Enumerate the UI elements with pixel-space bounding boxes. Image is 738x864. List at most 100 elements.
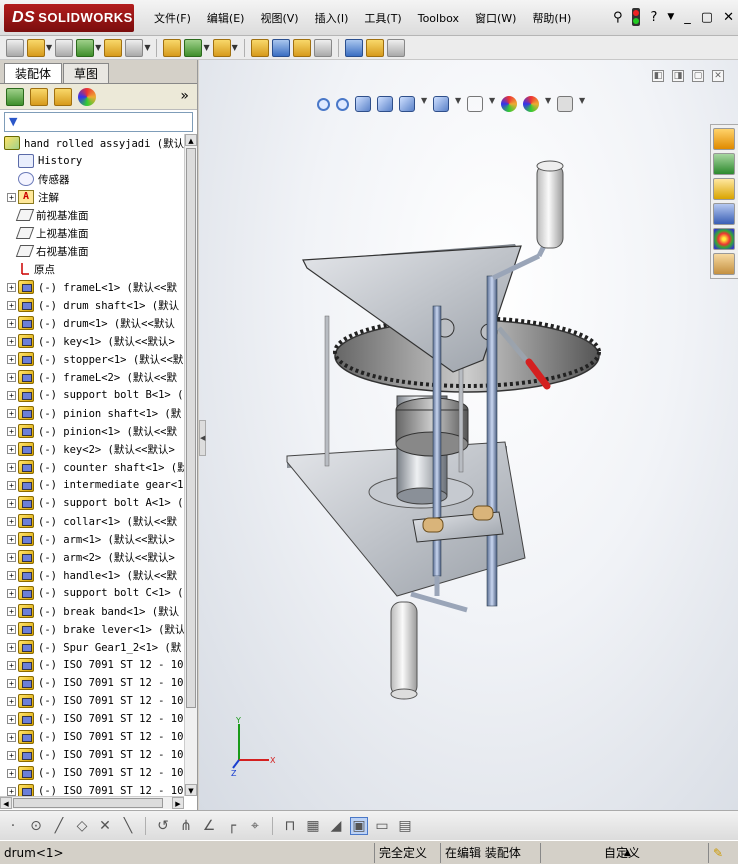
menu-tools[interactable]: 工具(T) <box>356 10 409 26</box>
close-viewport-icon[interactable]: ✕ <box>712 70 724 82</box>
tree-component-item[interactable]: + (-) ISO 7091 ST 12 - 10 <box>0 656 184 674</box>
tree-component-item[interactable]: + (-) ISO 7091 ST 12 - 10 <box>0 764 184 782</box>
expand-icon[interactable]: + <box>7 462 16 472</box>
scroll-thumb[interactable] <box>186 148 196 708</box>
display-manager-icon[interactable] <box>78 87 96 106</box>
tree-component-item[interactable]: + (-) support bolt A<1> ( <box>0 494 184 512</box>
configurationmanager-icon[interactable] <box>54 87 72 106</box>
menu-insert[interactable]: 插入(I) <box>307 10 357 26</box>
smart-fasteners-icon[interactable] <box>104 38 123 57</box>
expand-icon[interactable]: + <box>7 732 16 742</box>
expand-icon[interactable]: + <box>7 444 16 454</box>
chevron-down-icon[interactable]: ▼ <box>144 43 150 52</box>
pushpin-icon[interactable]: ⚲ <box>613 10 623 25</box>
scroll-right-icon[interactable]: ▶ <box>172 797 184 809</box>
section-view-icon[interactable] <box>377 96 393 112</box>
view-settings-icon[interactable] <box>557 96 573 112</box>
tree-component-item[interactable]: + (-) arm<1> (默认<<默认> <box>0 530 184 548</box>
more-tabs-icon[interactable]: » <box>180 88 189 104</box>
tree-component-item[interactable]: + (-) ISO 7091 ST 12 - 10 <box>0 674 184 692</box>
status-units-arrow[interactable]: ▲ <box>620 843 635 863</box>
view-palette-icon[interactable] <box>713 203 735 225</box>
move-component-icon[interactable] <box>125 38 144 57</box>
tree-component-item[interactable]: + (-) break band<1> (默认 <box>0 602 184 620</box>
rebuild-tool-icon[interactable]: ✎ <box>708 843 734 863</box>
expand-icon[interactable]: + <box>7 552 16 562</box>
point-icon[interactable]: · <box>4 818 22 834</box>
tree-component-item[interactable]: + (-) drum shaft<1> (默认 <box>0 296 184 314</box>
tree-component-item[interactable]: + (-) stopper<1> (默认<<默 <box>0 350 184 368</box>
tree-component-item[interactable]: + (-) pinion<1> (默认<<默 <box>0 422 184 440</box>
tree-horizontal-scrollbar[interactable]: ◀ ▶ <box>0 796 184 809</box>
insert-component-icon[interactable] <box>27 38 45 57</box>
chevron-down-icon[interactable]: ▼ <box>95 43 101 52</box>
menu-window[interactable]: 窗口(W) <box>467 10 524 26</box>
reference-geometry-icon[interactable] <box>212 38 231 57</box>
bill-of-materials-icon[interactable] <box>271 38 290 57</box>
tree-item[interactable]: History <box>0 152 184 170</box>
help-icon[interactable]: ? <box>650 10 657 25</box>
split-horizontal-icon[interactable]: ◧ <box>652 70 664 82</box>
show-hidden-components-icon[interactable] <box>163 38 182 57</box>
menu-edit[interactable]: 编辑(E) <box>199 10 253 26</box>
tree-component-item[interactable]: + (-) frameL<1> (默认<<默 <box>0 278 184 296</box>
grid-icon[interactable]: ▦ <box>304 818 322 834</box>
tree-item[interactable]: 前视基准面 <box>0 206 184 224</box>
interference-detection-icon[interactable] <box>344 38 363 57</box>
solidworks-logo[interactable]: DS SOLIDWORKS <box>4 4 134 32</box>
close-icon[interactable]: ✕ <box>723 10 734 25</box>
scroll-thumb[interactable] <box>13 798 163 808</box>
tree-component-item[interactable]: + (-) pinion shaft<1> (默 <box>0 404 184 422</box>
tree-component-item[interactable]: + (-) ISO 7091 ST 12 - 10 <box>0 710 184 728</box>
chevron-down-icon[interactable]: ▼ <box>579 96 585 112</box>
tree-component-item[interactable]: + (-) key<2> (默认<<默认> <box>0 440 184 458</box>
expand-icon[interactable]: + <box>7 768 16 778</box>
menu-file[interactable]: 文件(F) <box>146 10 199 26</box>
menu-toolbox[interactable]: Toolbox <box>410 12 467 25</box>
panel-collapse-handle[interactable]: ◀ <box>199 420 206 456</box>
file-explorer-icon[interactable] <box>713 178 735 200</box>
tree-component-item[interactable]: + (-) drum<1> (默认<<默认 <box>0 314 184 332</box>
tree-component-item[interactable]: + (-) counter shaft<1> (默 <box>0 458 184 476</box>
expand-icon[interactable]: + <box>7 750 16 760</box>
smart-dimension-icon[interactable]: ⌖ <box>246 818 264 834</box>
tree-component-item[interactable]: + (-) frameL<2> (默认<<默 <box>0 368 184 386</box>
tab-assembly[interactable]: 装配体 <box>4 63 63 83</box>
clearance-verification-icon[interactable] <box>365 38 384 57</box>
offset-icon[interactable]: ↺ <box>154 818 172 834</box>
tree-vertical-scrollbar[interactable]: ▲ ▼ <box>184 134 197 796</box>
tree-component-item[interactable]: + (-) handle<1> (默认<<默 <box>0 566 184 584</box>
expand-icon[interactable]: + <box>7 516 16 526</box>
view-table-icon[interactable]: ▤ <box>396 818 414 834</box>
chevron-down-icon[interactable]: ▼ <box>545 96 551 112</box>
tree-component-item[interactable]: + (-) arm<2> (默认<<默认> <box>0 548 184 566</box>
tree-filter[interactable]: ▼ <box>4 112 193 132</box>
expand-icon[interactable]: + <box>7 354 16 364</box>
featuremanager-tree-icon[interactable] <box>6 87 24 106</box>
view-front-icon[interactable]: ▭ <box>373 818 391 834</box>
chevron-down-icon[interactable]: ▼ <box>421 96 427 112</box>
apply-scene-icon[interactable] <box>523 96 539 112</box>
shaded-sketch-contours-icon[interactable]: ◢ <box>327 818 345 834</box>
tree-component-item[interactable]: + (-) brake lever<1> (默认 <box>0 620 184 638</box>
expand-icon[interactable]: + <box>7 480 16 490</box>
maximize-viewport-icon[interactable]: ▢ <box>692 70 704 82</box>
mate-icon[interactable] <box>55 38 74 57</box>
expand-icon[interactable]: + <box>7 336 16 346</box>
tree-component-item[interactable]: + (-) collar<1> (默认<<默 <box>0 512 184 530</box>
chevron-down-icon[interactable]: ▼ <box>455 96 461 112</box>
expand-icon[interactable]: + <box>7 498 16 508</box>
expand-icon[interactable]: + <box>7 300 16 310</box>
expand-icon[interactable]: + <box>7 408 16 418</box>
expand-icon[interactable]: + <box>7 660 16 670</box>
tree-component-item[interactable]: + (-) support bolt B<1> ( <box>0 386 184 404</box>
new-motion-study-icon[interactable] <box>250 38 269 57</box>
scroll-down-icon[interactable]: ▼ <box>185 784 197 796</box>
line-icon[interactable]: ╱ <box>50 818 68 834</box>
hide-show-items-icon[interactable] <box>467 96 483 112</box>
tree-component-item[interactable]: + (-) Spur Gear1_2<1> (默 <box>0 638 184 656</box>
polygon-icon[interactable]: ◇ <box>73 818 91 834</box>
tree-component-item[interactable]: + (-) ISO 7091 ST 12 - 10 <box>0 782 184 796</box>
design-library-icon[interactable] <box>713 153 735 175</box>
tree-component-item[interactable]: + (-) intermediate gear<1 <box>0 476 184 494</box>
